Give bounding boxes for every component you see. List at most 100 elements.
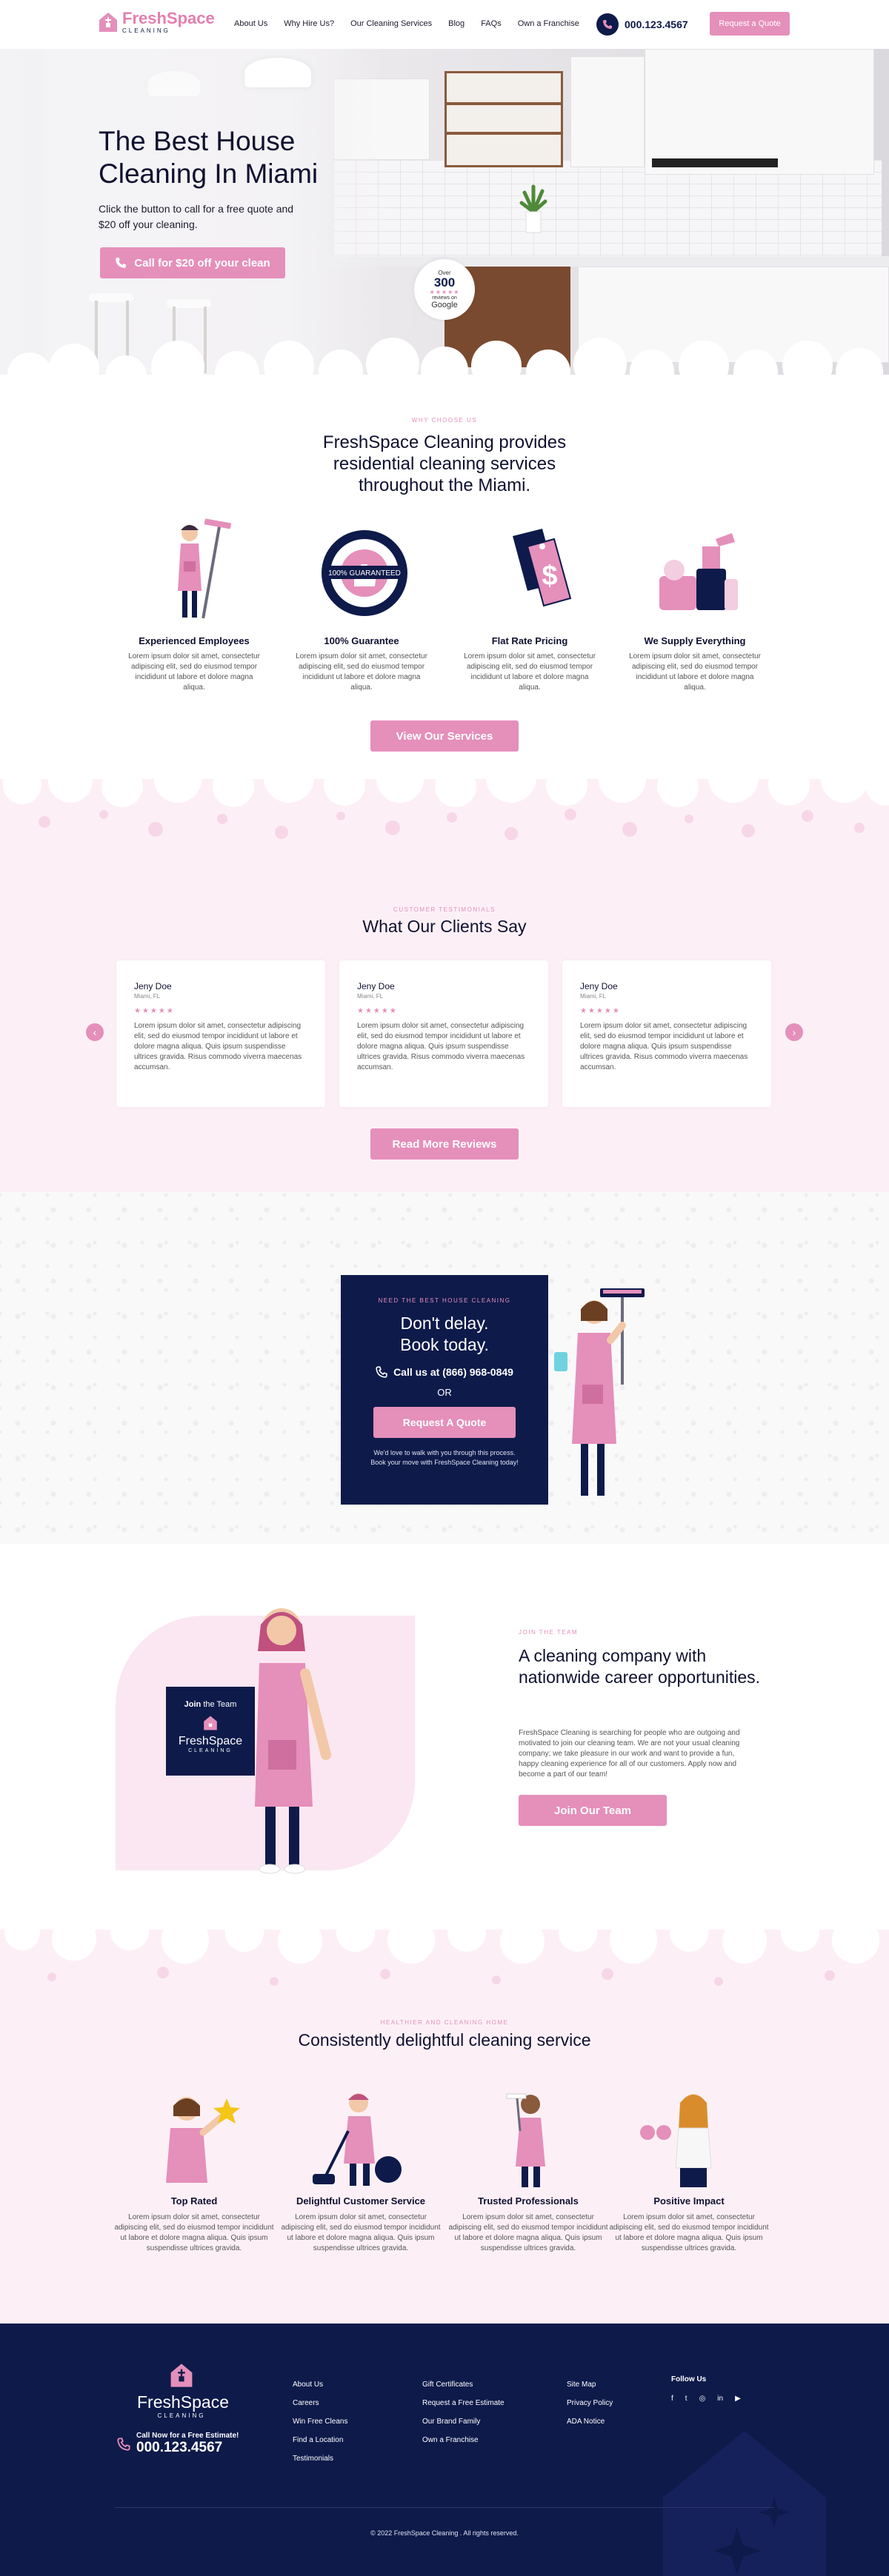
linkedin-icon[interactable]: in: [717, 2395, 723, 2403]
nav-faqs[interactable]: FAQs: [481, 19, 502, 28]
footer-link-brand-family[interactable]: Our Brand Family: [422, 2412, 505, 2431]
review-card: Jeny Doe Miami, FL ★★★★★ Lorem ipsum dol…: [339, 960, 548, 1107]
cta-or: OR: [437, 1387, 452, 1398]
hero-title: The Best House Cleaning In Miami: [99, 126, 319, 189]
footer-col-3: Site Map Privacy Policy ADA Notice: [567, 2375, 613, 2431]
testimonials-eyebrow: CUSTOMER TESTIMONIALS: [393, 906, 496, 913]
join-title-b: the Team: [203, 1700, 237, 1709]
open-shelf: [444, 71, 563, 167]
feature-title-flat-rate: Flat Rate Pricing: [491, 635, 568, 646]
nav-blog[interactable]: Blog: [448, 19, 465, 28]
nav-own-a-franchise[interactable]: Own a Franchise: [518, 19, 579, 28]
logo[interactable]: FreshSpace CLEANING: [99, 10, 215, 34]
call-discount-label: Call for $20 off your clean: [134, 256, 270, 270]
feature-text-supply: Lorem ipsum dolor sit amet, consectetur …: [629, 652, 761, 692]
cta-title-line2: Book today.: [400, 1335, 489, 1354]
footer-link-careers[interactable]: Careers: [293, 2394, 347, 2412]
delight-title-customer-service: Delightful Customer Service: [296, 2195, 426, 2207]
range-hood: [652, 158, 778, 167]
twitter-icon[interactable]: t: [685, 2395, 687, 2403]
google-reviews-badge[interactable]: Over 300 ★★★★★ reviews on Google: [414, 259, 475, 320]
badge-stars: ★★★★★: [429, 289, 460, 295]
feature-text-guarantee: Lorem ipsum dolor sit amet, consectetur …: [296, 652, 427, 692]
reviewer-location: Miami, FL: [134, 993, 161, 1000]
cleaner-with-mop-icon: [178, 518, 231, 619]
youtube-icon[interactable]: ▶: [735, 2395, 741, 2403]
header-phone[interactable]: 000.123.4567: [596, 13, 688, 36]
footer-link-privacy[interactable]: Privacy Policy: [567, 2394, 613, 2412]
footer-link-ada[interactable]: ADA Notice: [567, 2412, 613, 2431]
review-text: Lorem ipsum dolor sit amet, consectetur …: [134, 1022, 302, 1071]
logo-sub: CLEANING: [122, 27, 170, 34]
cta-box: NEED THE BEST HOUSE CLEANING Don't delay…: [341, 1275, 548, 1505]
feature-text-flat-rate: Lorem ipsum dolor sit amet, consectetur …: [464, 652, 596, 692]
footer-link-site-map[interactable]: Site Map: [567, 2375, 613, 2394]
positive-impact-icon: [640, 2094, 712, 2187]
footer-logo[interactable]: FreshSpace CLEANING: [137, 2362, 230, 2419]
footer-divider: [115, 2507, 774, 2508]
footer-link-about[interactable]: About Us: [293, 2375, 347, 2394]
review-card: Jeny Doe Miami, FL ★★★★★ Lorem ipsum dol…: [562, 960, 771, 1107]
footer-brand: FreshSpace: [137, 2392, 230, 2412]
phone-icon: [116, 258, 127, 268]
footer-link-testimonials[interactable]: Testimonials: [293, 2449, 347, 2468]
join-title-a: Join: [184, 1700, 202, 1709]
shelf-plank: [444, 132, 563, 135]
cta-title-line1: Don't delay.: [400, 1314, 489, 1333]
reviewer-location: Miami, FL: [357, 993, 384, 1000]
pendant-lamp: [244, 58, 311, 87]
facebook-icon[interactable]: f: [671, 2395, 673, 2403]
instagram-icon[interactable]: ◎: [699, 2395, 706, 2403]
delightful-eyebrow: HEALTHIER AND CLEANING HOME: [380, 2019, 509, 2026]
delight-text-customer-service: Lorem ipsum dolor sit amet, consectetur …: [281, 2213, 441, 2252]
delight-text-positive: Lorem ipsum dolor sit amet, consectetur …: [609, 2213, 769, 2252]
request-quote-button[interactable]: Request a Quote: [710, 12, 790, 36]
testimonials-title: What Our Clients Say: [362, 917, 527, 936]
prev-arrow-icon[interactable]: ‹: [86, 1023, 104, 1041]
reviewer-name: Jeny Doe: [357, 981, 395, 991]
hero-subtitle: Click the button to call for a free quot…: [99, 203, 294, 230]
join-our-team-button[interactable]: Join Our Team: [519, 1795, 667, 1826]
next-arrow-icon[interactable]: ›: [785, 1023, 803, 1041]
cta-eyebrow: NEED THE BEST HOUSE CLEANING: [378, 1297, 511, 1304]
nav-why-hire-us[interactable]: Why Hire Us?: [284, 19, 334, 28]
house-logo-icon: [170, 2363, 193, 2387]
feature-title-experienced: Experienced Employees: [139, 635, 250, 646]
footer-link-own-franchise[interactable]: Own a Franchise: [422, 2431, 505, 2449]
cleaner-holding-sign-icon: [255, 1608, 331, 1874]
call-discount-button[interactable]: Call for $20 off your clean: [100, 247, 285, 278]
why-title: FreshSpace Cleaning provides residential…: [0, 432, 889, 496]
request-quote-cta-button[interactable]: Request A Quote: [373, 1407, 516, 1438]
footer-link-find-location[interactable]: Find a Location: [293, 2431, 347, 2449]
bubble-clouds: [0, 338, 889, 382]
feature-title-guarantee: 100% Guarantee: [324, 635, 399, 646]
feature-title-supply: We Supply Everything: [644, 635, 746, 646]
review-text: Lorem ipsum dolor sit amet, consectetur …: [357, 1022, 525, 1071]
why-eyebrow: WHY CHOOSE US: [411, 417, 478, 424]
upper-cabinet: [645, 49, 874, 175]
footer-call[interactable]: Call Now for a Free Estimate! 000.123.45…: [117, 2432, 239, 2456]
countertop: [326, 256, 889, 267]
delight-title-top-rated: Top Rated: [170, 2195, 218, 2207]
cta-title: Don't delay. Book today.: [341, 1313, 548, 1356]
view-services-button[interactable]: View Our Services: [370, 720, 519, 752]
footer-link-gift-certificates[interactable]: Gift Certificates: [422, 2375, 505, 2394]
site-footer: FreshSpace CLEANING Call Now for a Free …: [0, 2324, 889, 2576]
footer-link-free-estimate[interactable]: Request a Free Estimate: [422, 2394, 505, 2412]
bubble-pattern: [0, 1910, 889, 1986]
nav-cleaning-services[interactable]: Our Cleaning Services: [350, 19, 432, 28]
reviewer-location: Miami, FL: [580, 993, 607, 1000]
cta-phone-link[interactable]: Call us at (866) 968-0849: [341, 1366, 548, 1378]
follow-us-heading: Follow Us: [671, 2375, 707, 2383]
vacuuming-cleaner-icon: [313, 2093, 402, 2186]
read-reviews-button[interactable]: Read More Reviews: [370, 1128, 519, 1160]
delightful-section: [0, 1910, 889, 2324]
review-stars: ★★★★★: [357, 1007, 398, 1015]
footer-link-win-free-cleans[interactable]: Win Free Cleans: [293, 2412, 347, 2431]
reviewer-name: Jeny Doe: [580, 981, 618, 991]
nav-about-us[interactable]: About Us: [234, 19, 267, 28]
badge-google: Google: [431, 301, 458, 310]
phone-icon: [596, 13, 619, 36]
review-stars: ★★★★★: [134, 1007, 175, 1015]
house-logo-icon: [99, 13, 117, 32]
